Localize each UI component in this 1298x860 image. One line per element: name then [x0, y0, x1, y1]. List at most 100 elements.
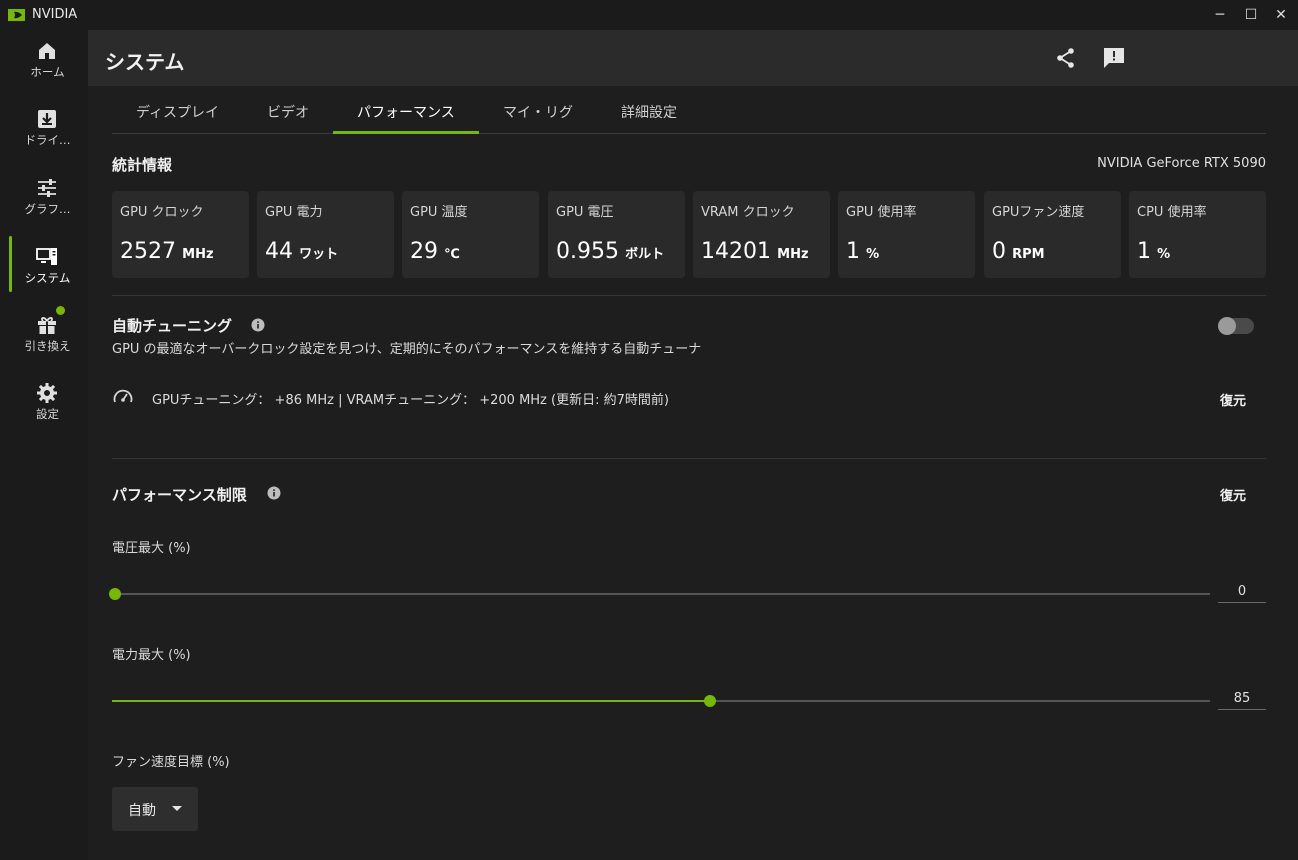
- caret-down-icon: [172, 806, 182, 811]
- app-title: NVIDIA: [32, 7, 78, 22]
- slider-thumb[interactable]: [704, 695, 717, 707]
- stat-card-fan-speed: GPUファン速度 0 RPM: [984, 191, 1121, 278]
- tuning-result-text: GPUチューニング： +86 MHz | VRAMチューニング： +200 MH…: [152, 393, 669, 408]
- sidebar-item-label: グラフ…: [24, 202, 71, 216]
- tuning-restore-button[interactable]: 復元: [1220, 390, 1246, 409]
- auto-tuning-title: 自動チューニング: [112, 317, 233, 335]
- sidebar-item-label: ドライ…: [24, 133, 71, 147]
- slider-track: [112, 593, 1210, 595]
- scrollbar[interactable]: [1290, 30, 1298, 86]
- divider: [112, 295, 1266, 296]
- stat-value: 0 RPM: [992, 239, 1045, 264]
- close-button[interactable]: ✕: [1270, 4, 1292, 26]
- stat-number: 0.955: [556, 239, 619, 264]
- stat-value: 14201 MHz: [701, 239, 809, 264]
- active-tab-indicator: [333, 131, 479, 134]
- toggle-knob: [1218, 317, 1236, 335]
- home-icon: [39, 43, 55, 59]
- stat-unit: ボルト: [625, 247, 665, 262]
- title-bar: NVIDIA ─ ☐ ✕: [0, 0, 1298, 30]
- slider-fill: [112, 700, 711, 702]
- share-icon[interactable]: [1054, 46, 1078, 70]
- power-max-label: 電力最大 (%): [112, 648, 191, 663]
- sidebar-item-home[interactable]: ホーム: [0, 30, 88, 90]
- tab-performance[interactable]: パフォーマンス: [357, 102, 455, 122]
- main-content: システム ディスプレイ ビデオ パフォーマンス マイ・リグ 詳細設定 統計情報 …: [88, 30, 1298, 860]
- stat-value: 1 %: [846, 239, 879, 264]
- stat-unit: %: [1157, 247, 1171, 262]
- sidebar-item-settings[interactable]: 設定: [0, 372, 88, 432]
- tab-display[interactable]: ディスプレイ: [136, 102, 219, 122]
- stat-unit: RPM: [1012, 247, 1045, 262]
- slider-thumb[interactable]: [109, 588, 121, 600]
- stat-card-gpu-usage: GPU 使用率 1 %: [838, 191, 975, 278]
- notification-badge: [56, 306, 65, 315]
- sidebar-item-label: 引き換え: [24, 339, 71, 353]
- tab-video[interactable]: ビデオ: [267, 102, 309, 122]
- sidebar-item-system[interactable]: システム: [0, 236, 88, 296]
- stat-unit: MHz: [182, 247, 214, 262]
- perf-limits-title: パフォーマンス制限: [112, 486, 247, 504]
- stat-number: 1: [1137, 239, 1151, 264]
- sidebar-item-label: システム: [24, 271, 71, 285]
- stat-label: VRAM クロック: [701, 205, 795, 220]
- stat-card-gpu-temp: GPU 温度 29 ℃: [402, 191, 539, 278]
- stat-value: 0.955 ボルト: [556, 239, 664, 264]
- stat-value: 2527 MHz: [120, 239, 214, 264]
- fan-target-dropdown[interactable]: 自動: [112, 787, 198, 831]
- stat-card-gpu-clock: GPU クロック 2527 MHz: [112, 191, 249, 278]
- sidebar-item-label: ホーム: [30, 65, 65, 79]
- maximize-button[interactable]: ☐: [1240, 4, 1262, 26]
- stat-unit: MHz: [777, 247, 809, 262]
- power-max-slider[interactable]: [112, 694, 1210, 708]
- stat-value: 1 %: [1137, 239, 1170, 264]
- fan-target-label: ファン速度目標 (%): [112, 755, 230, 770]
- sidebar-item-label: 設定: [36, 407, 59, 421]
- nvidia-logo-icon: [8, 9, 25, 21]
- stat-value: 44 ワット: [265, 239, 338, 264]
- page-header: システム: [88, 30, 1290, 86]
- stats-title: 統計情報: [112, 156, 173, 174]
- stat-label: GPU クロック: [120, 205, 204, 220]
- stat-unit: %: [866, 247, 880, 262]
- voltage-max-label: 電圧最大 (%): [112, 541, 191, 556]
- stat-card-vram-clock: VRAM クロック 14201 MHz: [693, 191, 830, 278]
- voltage-max-value[interactable]: 0: [1218, 581, 1266, 603]
- sidebar-item-drivers[interactable]: ドライ…: [0, 98, 88, 158]
- stat-label: GPUファン速度: [992, 205, 1085, 220]
- auto-tuning-toggle[interactable]: [1218, 317, 1254, 335]
- gpu-name: NVIDIA GeForce RTX 5090: [1097, 156, 1266, 171]
- info-icon[interactable]: [267, 486, 281, 500]
- feedback-icon[interactable]: [1102, 46, 1126, 70]
- perf-limits-restore-button[interactable]: 復元: [1220, 485, 1246, 504]
- stat-label: CPU 使用率: [1137, 205, 1207, 220]
- page-title: システム: [105, 50, 185, 74]
- stat-unit: ℃: [444, 247, 460, 262]
- voltage-max-slider[interactable]: [109, 587, 1210, 601]
- tuning-result-row: GPUチューニング： +86 MHz | VRAMチューニング： +200 MH…: [112, 385, 1266, 411]
- tab-my-rig[interactable]: マイ・リグ: [503, 102, 573, 122]
- minimize-button[interactable]: ─: [1209, 4, 1231, 26]
- sidebar-item-redeem[interactable]: 引き換え: [0, 304, 88, 364]
- gift-icon: [38, 317, 56, 334]
- auto-tuning-description: GPU の最適なオーバークロック設定を見つけ、定期的にそのパフォーマンスを維持す…: [112, 342, 702, 357]
- stat-label: GPU 温度: [410, 205, 468, 220]
- stat-unit: ワット: [299, 247, 339, 262]
- driver-download-icon: [38, 110, 56, 128]
- info-icon[interactable]: [251, 318, 265, 332]
- stat-label: GPU 使用率: [846, 205, 917, 220]
- power-max-value[interactable]: 85: [1218, 688, 1266, 710]
- stat-number: 29: [410, 239, 438, 264]
- stat-card-gpu-voltage: GPU 電圧 0.955 ボルト: [548, 191, 685, 278]
- stat-number: 1: [846, 239, 860, 264]
- dropdown-selected: 自動: [128, 803, 156, 819]
- system-icon: [36, 248, 57, 265]
- gear-icon: [37, 383, 57, 403]
- sidebar: ホーム ドライ… グラフ… システム 引き換え 設定: [0, 30, 88, 860]
- stat-number: 14201: [701, 239, 771, 264]
- stat-number: 2527: [120, 239, 176, 264]
- stat-number: 0: [992, 239, 1006, 264]
- stat-value: 29 ℃: [410, 239, 460, 264]
- sidebar-item-graphics[interactable]: グラフ…: [0, 167, 88, 227]
- tab-advanced[interactable]: 詳細設定: [621, 102, 677, 122]
